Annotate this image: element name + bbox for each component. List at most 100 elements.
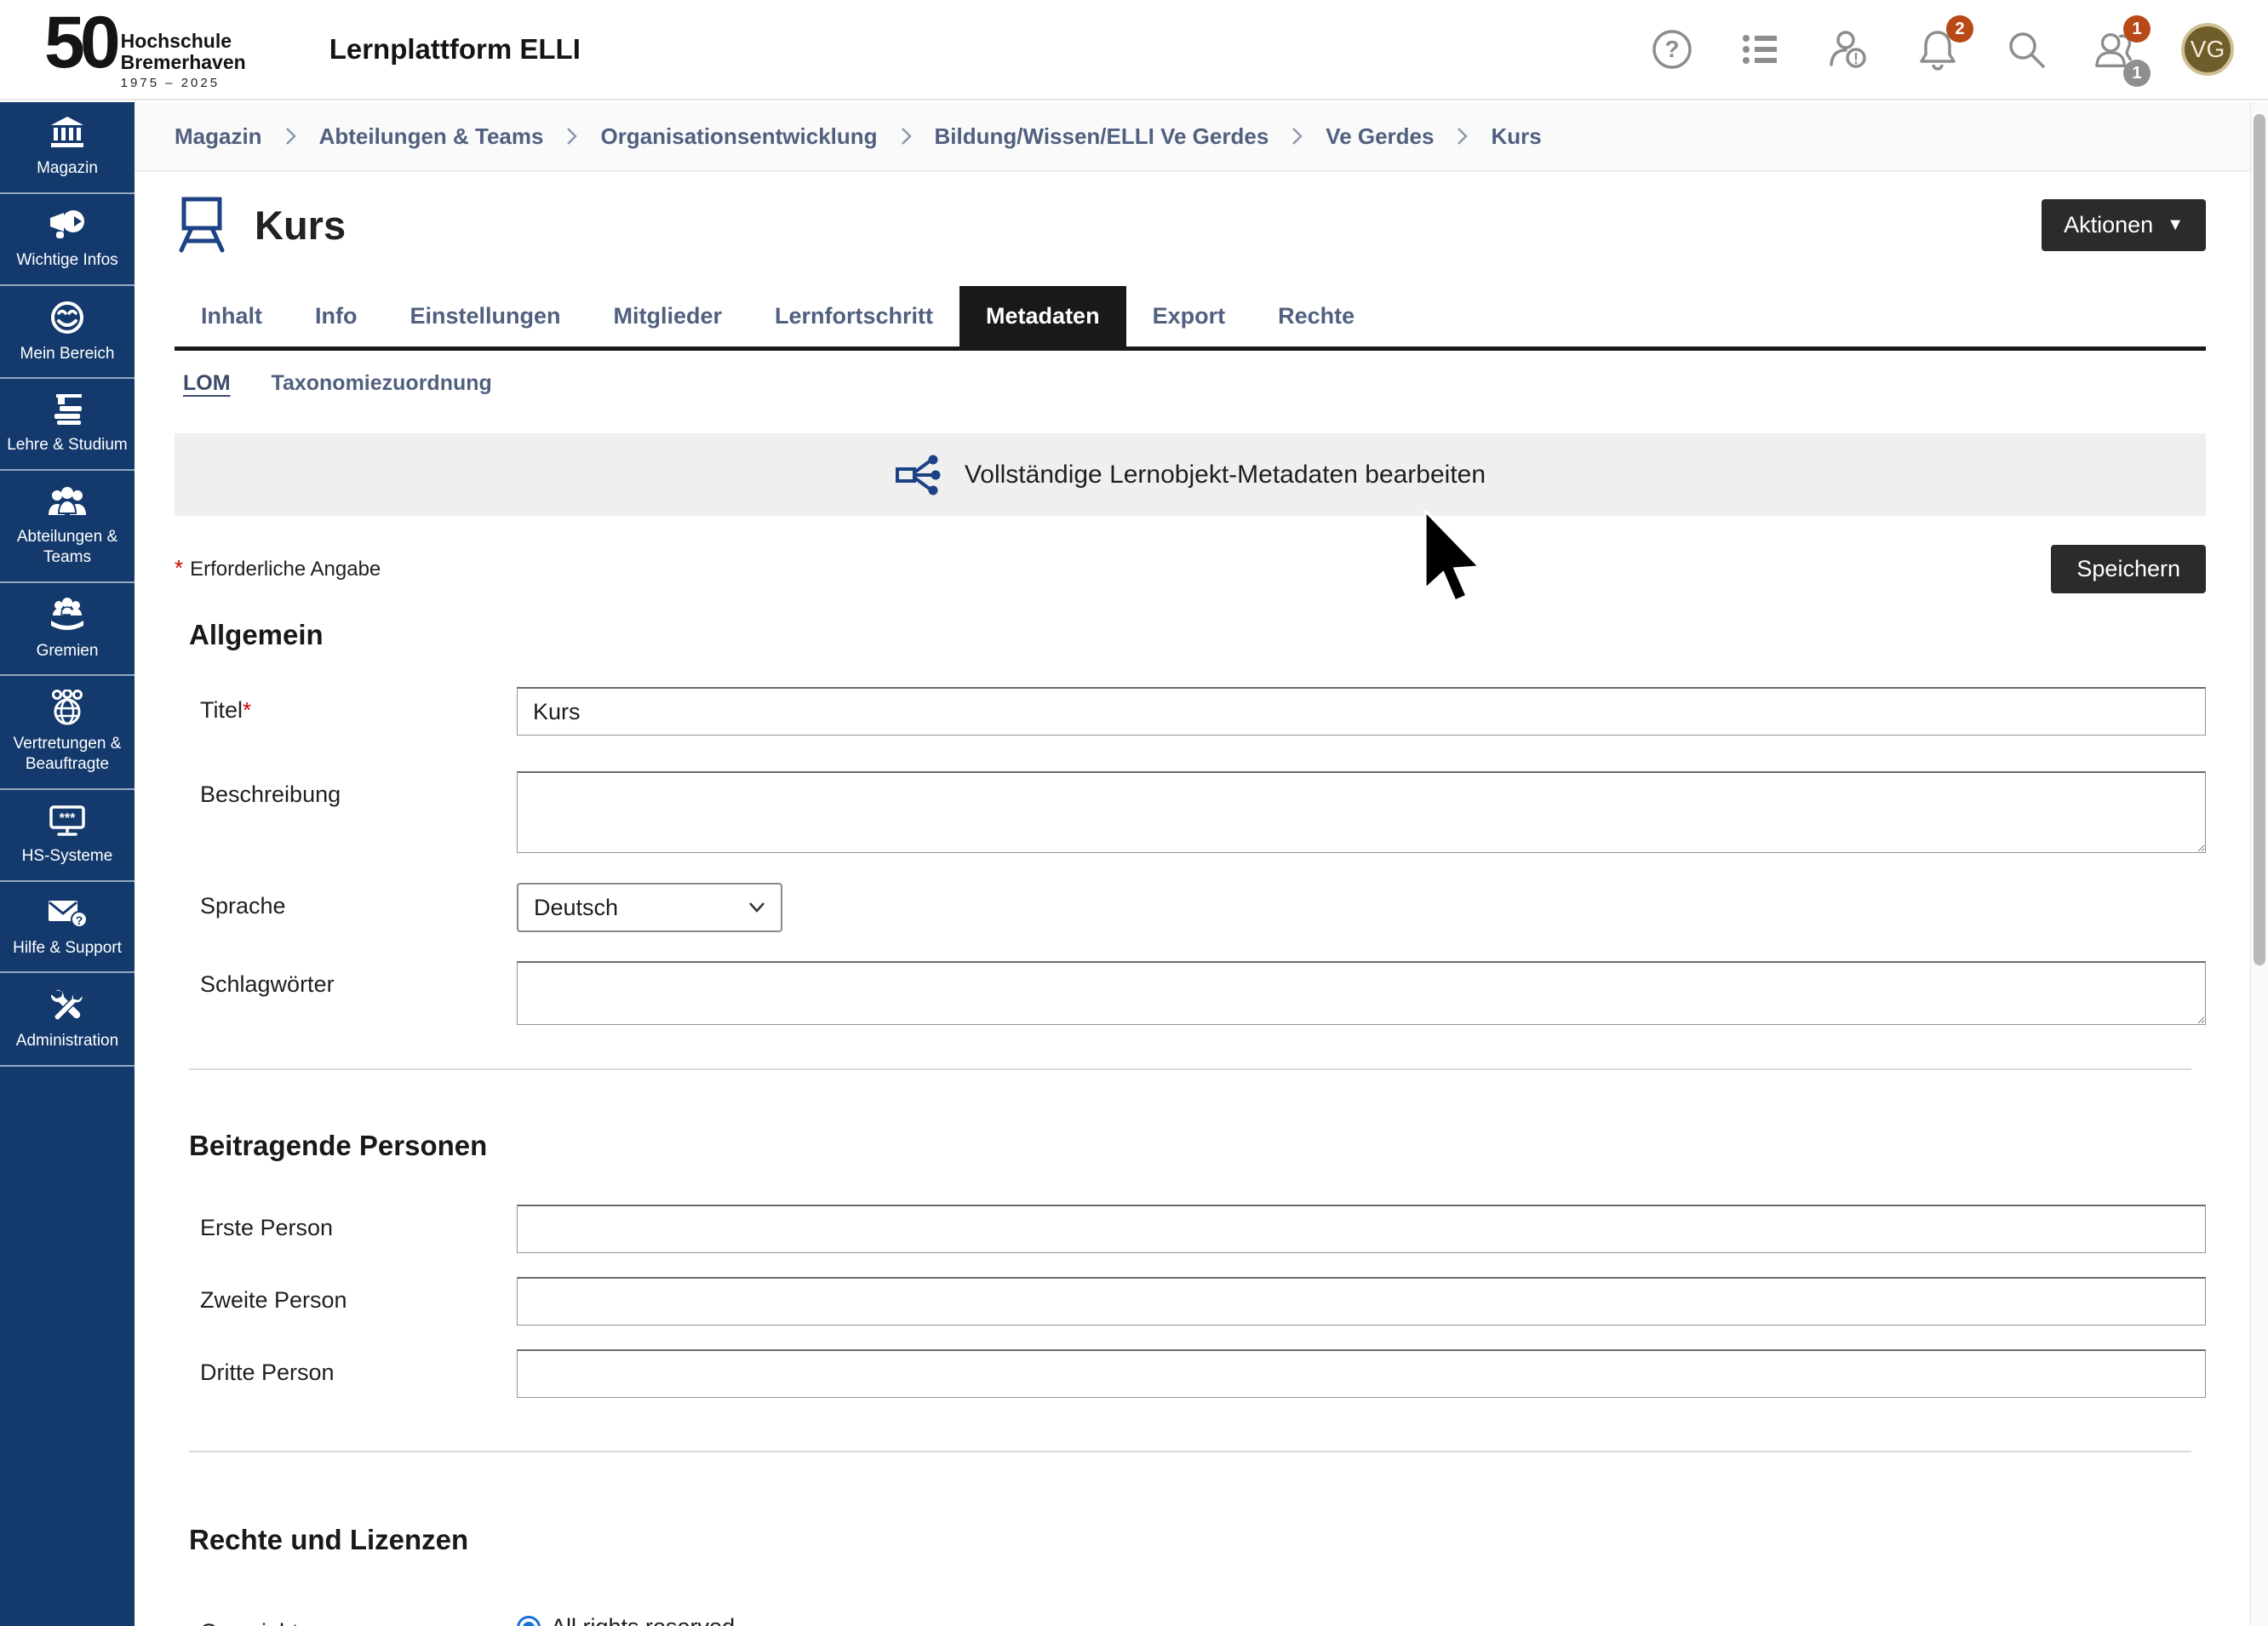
form-row-sprache: Sprache Deutsch — [175, 883, 2206, 932]
erste-person-label: Erste Person — [200, 1205, 517, 1241]
chevron-right-icon — [1456, 126, 1469, 146]
zweite-person-label: Zweite Person — [200, 1277, 517, 1314]
svg-text:?: ? — [76, 913, 83, 927]
beschreibung-textarea[interactable] — [517, 771, 2206, 853]
section-heading-rechte: Rechte und Lizenzen — [189, 1524, 2206, 1556]
bullet-list-icon — [1739, 28, 1782, 71]
subtab-taxonomiezuordnung[interactable]: Taxonomiezuordnung — [272, 371, 492, 396]
sidebar-item-label: Abteilungen & Teams — [4, 527, 130, 568]
scrollbar-thumb[interactable] — [2254, 114, 2265, 965]
breadcrumb-item[interactable]: Bildung/Wissen/ELLI Ve Gerdes — [935, 123, 1269, 150]
tab-export[interactable]: Export — [1126, 286, 1252, 346]
sprache-selected-value: Deutsch — [534, 895, 618, 921]
chevron-down-icon — [748, 902, 765, 913]
breadcrumb-item-current[interactable]: Kurs — [1491, 123, 1541, 150]
erste-person-input[interactable] — [517, 1205, 2206, 1253]
form-row-erste-person: Erste Person — [175, 1205, 2206, 1253]
logo-50: 50 — [44, 9, 116, 78]
contacts-badge-top: 1 — [2123, 15, 2151, 43]
sidebar-item-magazin[interactable]: Magazin — [0, 102, 135, 194]
aktionen-button[interactable]: Aktionen ▼ — [2042, 199, 2206, 251]
sidebar-item-vertretungen-beauftragte[interactable]: Vertretungen & Beauftragte — [0, 676, 135, 790]
user-avatar[interactable]: VG — [2181, 23, 2234, 76]
sidebar-item-administration[interactable]: Administration — [0, 973, 135, 1067]
contacts-icon[interactable]: 1 1 — [2093, 27, 2137, 72]
main-content: Magazin Abteilungen & Teams Organisation… — [135, 102, 2250, 1626]
search-icon[interactable] — [2004, 27, 2048, 72]
sidebar-item-wichtige-infos[interactable]: Wichtige Infos — [0, 194, 135, 286]
chevron-right-icon — [900, 126, 913, 146]
titel-label: Titel* — [200, 687, 517, 724]
team-icon — [47, 484, 88, 518]
copyright-label: Copyright — [200, 1609, 517, 1626]
node-share-icon — [895, 454, 941, 496]
subtab-lom[interactable]: LOM — [183, 371, 231, 396]
tab-metadaten[interactable]: Metadaten — [959, 286, 1126, 346]
tab-inhalt[interactable]: Inhalt — [175, 286, 289, 346]
sidebar-item-label: HS-Systeme — [22, 846, 113, 867]
notifications-bell[interactable]: 2 — [1916, 27, 1960, 72]
dritte-person-input[interactable] — [517, 1349, 2206, 1398]
schlagwoerter-textarea[interactable] — [517, 961, 2206, 1025]
who-is-online-icon[interactable]: ! — [1827, 27, 1871, 72]
svg-text:!: ! — [1853, 50, 1858, 67]
contacts-badge-bottom: 1 — [2123, 60, 2151, 87]
top-header: 50 Hochschule Bremerhaven 1975 – 2025 Le… — [0, 0, 2268, 100]
list-menu-icon[interactable] — [1738, 27, 1783, 72]
monitor-password-icon: *** — [48, 804, 87, 838]
copyright-radio-row: All rights reserved — [517, 1609, 2206, 1626]
breadcrumb-item[interactable]: Magazin — [175, 123, 262, 150]
svg-text:?: ? — [1664, 36, 1679, 62]
sidebar-item-hs-systeme[interactable]: *** HS-Systeme — [0, 790, 135, 882]
app-title: Lernplattform ELLI — [329, 33, 581, 66]
chevron-right-icon — [1291, 126, 1303, 146]
sidebar-item-lehre-studium[interactable]: Lehre & Studium — [0, 379, 135, 471]
people-in-hand-icon — [48, 597, 87, 633]
form-row-titel: Titel* — [175, 687, 2206, 736]
sidebar-item-gremien[interactable]: Gremien — [0, 583, 135, 677]
speichern-button[interactable]: Speichern — [2051, 545, 2206, 593]
user-alert-icon: ! — [1827, 27, 1871, 72]
sidebar-item-abteilungen-teams[interactable]: Abteilungen & Teams — [0, 471, 135, 583]
breadcrumb-item[interactable]: Abteilungen & Teams — [319, 123, 544, 150]
breadcrumb-item[interactable]: Ve Gerdes — [1326, 123, 1434, 150]
university-logo[interactable]: 50 Hochschule Bremerhaven 1975 – 2025 — [44, 9, 246, 89]
tab-einstellungen[interactable]: Einstellungen — [383, 286, 587, 346]
form-row-zweite-person: Zweite Person — [175, 1277, 2206, 1325]
titel-input[interactable] — [517, 687, 2206, 736]
logo-name-line1: Hochschule — [121, 31, 246, 51]
books-graduation-icon — [48, 392, 87, 427]
copyright-option-label: All rights reserved — [551, 1614, 735, 1626]
tab-lernfortschritt[interactable]: Lernfortschritt — [748, 286, 959, 346]
sprache-select[interactable]: Deutsch — [517, 883, 782, 932]
subtab-bar: LOM Taxonomiezuordnung — [175, 371, 2206, 396]
megaphone-icon — [48, 208, 87, 242]
breadcrumb: Magazin Abteilungen & Teams Organisation… — [135, 102, 2250, 172]
sidebar-item-label: Lehre & Studium — [7, 435, 128, 455]
mail-question-icon: ? — [47, 896, 88, 930]
help-icon[interactable]: ? — [1650, 27, 1694, 72]
sidebar-item-label: Vertretungen & Beauftragte — [4, 734, 130, 775]
tab-info[interactable]: Info — [289, 286, 383, 346]
breadcrumb-item[interactable]: Organisationsentwicklung — [600, 123, 877, 150]
chevron-right-icon — [565, 126, 578, 146]
edit-full-metadata-banner[interactable]: Vollständige Lernobjekt-Metadaten bearbe… — [175, 433, 2206, 516]
page-title-row: Kurs Aktionen ▼ — [175, 196, 2206, 254]
tab-mitglieder[interactable]: Mitglieder — [587, 286, 749, 346]
question-circle-icon: ? — [1651, 28, 1693, 71]
zweite-person-input[interactable] — [517, 1277, 2206, 1325]
tab-rechte[interactable]: Rechte — [1251, 286, 1381, 346]
magnifier-icon — [2005, 28, 2048, 71]
dritte-person-label: Dritte Person — [200, 1349, 517, 1386]
page-title: Kurs — [255, 202, 346, 249]
smiley-icon — [49, 300, 85, 335]
required-hint-text: Erforderliche Angabe — [190, 558, 381, 581]
sidebar-item-mein-bereich[interactable]: Mein Bereich — [0, 286, 135, 380]
sidebar-item-hilfe-support[interactable]: ? Hilfe & Support — [0, 882, 135, 974]
vertical-scrollbar[interactable] — [2250, 102, 2268, 1626]
banner-label: Vollständige Lernobjekt-Metadaten bearbe… — [965, 461, 1486, 490]
sidebar-item-label: Gremien — [37, 641, 99, 661]
copyright-radio-selected[interactable] — [517, 1616, 541, 1626]
logo-name-line2: Bremerhaven — [121, 52, 246, 72]
beschreibung-label: Beschreibung — [200, 771, 517, 808]
